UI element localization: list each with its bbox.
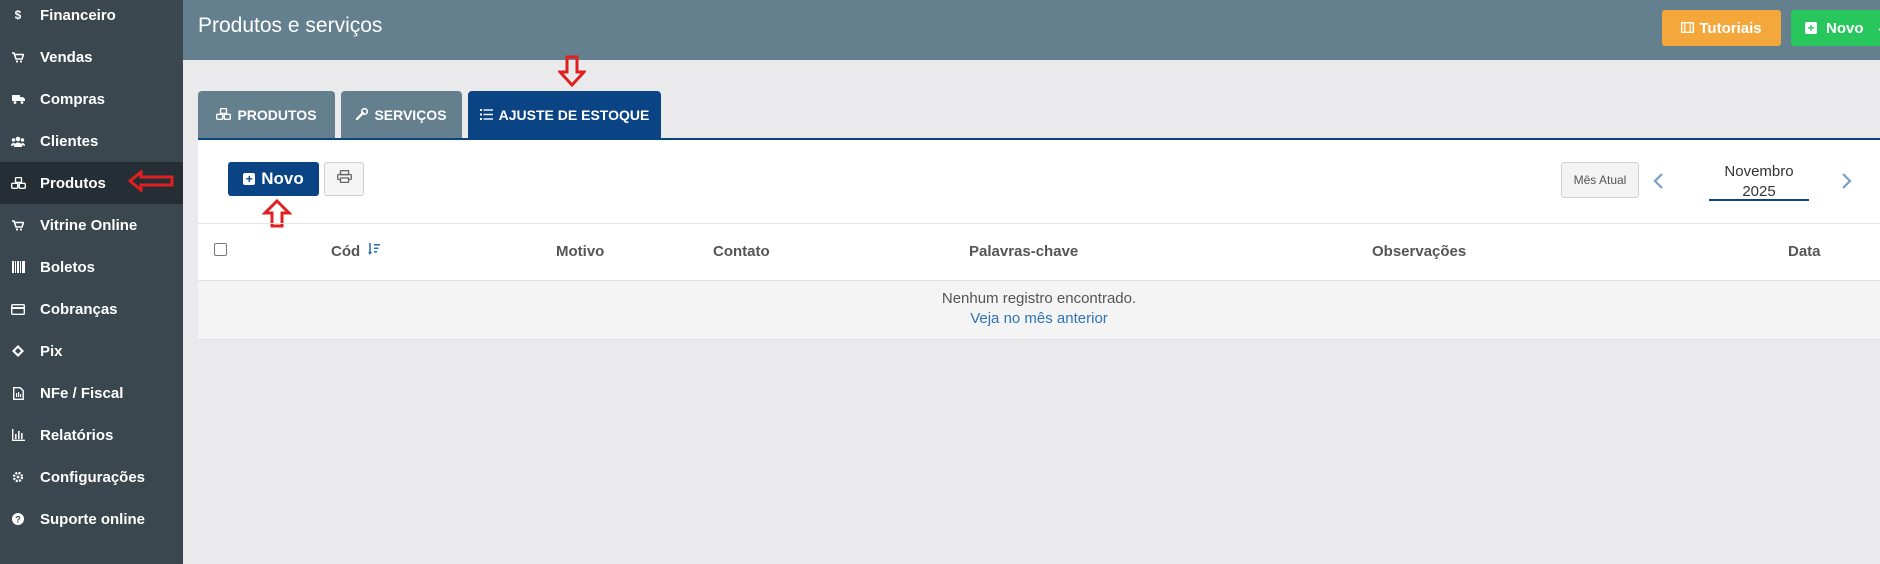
sidebar-item-relatorios[interactable]: Relatórios [0, 414, 183, 456]
sidebar-item-label: Suporte online [40, 510, 145, 528]
sidebar-item-vitrine-online[interactable]: Vitrine Online [0, 204, 183, 246]
sidebar: $ Financeiro Vendas Compras Clientes Pro… [0, 0, 183, 564]
sidebar-item-label: Produtos [40, 174, 106, 192]
column-header-data[interactable]: Data [1788, 243, 1821, 260]
sidebar-item-suporte-online[interactable]: ? Suporte online [0, 498, 183, 540]
sidebar-item-configuracoes[interactable]: Configurações [0, 456, 183, 498]
credit-card-icon [10, 303, 26, 315]
page-header: Produtos e serviços Tutoriais + Novo ⌄ [183, 0, 1880, 60]
wrench-icon [356, 107, 369, 123]
chevron-down-icon: ⌄ [1877, 23, 1880, 34]
users-icon [10, 136, 26, 147]
month-underline [1709, 199, 1809, 201]
sidebar-item-cobrancas[interactable]: Cobranças [0, 288, 183, 330]
column-label: Cód [331, 243, 361, 260]
bar-chart-icon [10, 429, 26, 441]
tutoriais-label: Tutoriais [1699, 19, 1762, 37]
header-novo-button[interactable]: + Novo ⌄ [1791, 10, 1880, 46]
sidebar-item-label: NFe / Fiscal [40, 384, 124, 402]
sidebar-item-financeiro[interactable]: $ Financeiro [0, 0, 183, 36]
mes-atual-label: Mês Atual [1573, 173, 1627, 187]
dollar-icon: $ [14, 8, 22, 22]
month-label: Novembro [1724, 163, 1794, 180]
sort-desc-icon [368, 243, 381, 260]
tutoriais-button[interactable]: Tutoriais [1662, 10, 1781, 46]
document-icon [10, 386, 26, 400]
column-header-palavras-chave[interactable]: Palavras-chave [969, 243, 1078, 260]
truck-icon [10, 94, 26, 104]
sidebar-item-label: Pix [40, 342, 63, 360]
month-selector[interactable]: Novembro 2025 [1709, 162, 1809, 202]
sidebar-item-pix[interactable]: Pix [0, 330, 183, 372]
pix-icon [10, 345, 26, 357]
tab-label: SERVIÇOS [374, 106, 447, 123]
header-novo-label: Novo [1826, 19, 1864, 37]
previous-month-link[interactable]: Veja no mês anterior [198, 310, 1880, 327]
previous-month-link-label[interactable]: Veja no mês anterior [970, 310, 1108, 327]
sidebar-item-label: Vendas [40, 48, 93, 66]
sidebar-item-nfe-fiscal[interactable]: NFe / Fiscal [0, 372, 183, 414]
cart-icon [10, 51, 26, 63]
chevron-left-icon[interactable] [1652, 170, 1664, 196]
print-button[interactable] [324, 162, 364, 196]
sidebar-item-vendas[interactable]: Vendas [0, 36, 183, 78]
tab-servicos[interactable]: SERVIÇOS [341, 91, 462, 138]
annotation-arrow-down-icon [558, 55, 586, 87]
sidebar-item-label: Cobranças [40, 300, 118, 318]
novo-button[interactable]: + Novo [228, 162, 319, 196]
sidebar-item-label: Compras [40, 90, 106, 108]
gear-icon [10, 471, 26, 483]
cubes-icon [10, 177, 26, 189]
sidebar-item-compras[interactable]: Compras [0, 78, 183, 120]
svg-text:?: ? [15, 515, 21, 525]
list-icon [479, 107, 493, 123]
column-header-cod[interactable]: Cód [331, 243, 381, 260]
tab-produtos[interactable]: PRODUTOS [198, 91, 335, 138]
sidebar-item-boletos[interactable]: Boletos [0, 246, 183, 288]
plus-square-icon: + [1805, 22, 1817, 34]
column-header-contato[interactable]: Contato [713, 243, 770, 260]
column-header-observacoes[interactable]: Observações [1372, 243, 1466, 260]
cubes-icon [216, 107, 232, 123]
sidebar-item-label: Clientes [40, 132, 99, 150]
empty-message: Nenhum registro encontrado. [941, 290, 1137, 307]
annotation-arrow-left-icon [128, 170, 174, 192]
select-all-checkbox[interactable] [214, 243, 227, 256]
plus-square-icon: + [243, 173, 256, 185]
tab-ajuste-de-estoque[interactable]: AJUSTE DE ESTOQUE [468, 91, 661, 138]
sidebar-item-label: Boletos [40, 258, 96, 276]
sidebar-item-label: Financeiro [40, 6, 116, 24]
chevron-right-icon[interactable] [1841, 170, 1853, 196]
table-top-divider [198, 223, 1880, 224]
page-title: Produtos e serviços [198, 14, 383, 37]
barcode-icon [10, 261, 26, 273]
novo-label: Novo [261, 169, 304, 188]
mes-atual-button[interactable]: Mês Atual [1561, 162, 1639, 198]
column-header-motivo[interactable]: Motivo [556, 243, 604, 260]
film-icon [1681, 20, 1695, 37]
cart-icon [10, 219, 26, 231]
question-icon: ? [10, 513, 26, 525]
sidebar-item-clientes[interactable]: Clientes [0, 120, 183, 162]
tab-label: AJUSTE DE ESTOQUE [498, 106, 650, 123]
sidebar-item-label: Configurações [40, 468, 146, 486]
sidebar-item-label: Relatórios [40, 426, 114, 444]
tab-label: PRODUTOS [237, 106, 317, 123]
sidebar-item-label: Vitrine Online [40, 216, 138, 234]
annotation-arrow-up-icon [262, 199, 292, 228]
print-icon [336, 170, 352, 188]
